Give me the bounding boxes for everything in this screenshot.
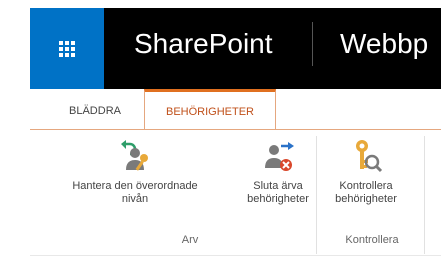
- waffle-icon: [59, 40, 75, 57]
- manage-parent-icon: [121, 140, 148, 171]
- ribbon-panel: Hantera den överordnade nivån Sluta ärva…: [30, 129, 441, 260]
- manage-parent-button[interactable]: Hantera den överordnade nivån: [30, 138, 240, 206]
- check-permissions-label-1: Kontrollera: [339, 180, 393, 192]
- stop-inheriting-label-1: Sluta ärva: [253, 180, 303, 192]
- brand-title[interactable]: SharePoint: [134, 24, 273, 64]
- app-launcher-button[interactable]: [30, 8, 104, 89]
- tab-permissions[interactable]: BEHÖRIGHETER: [144, 89, 276, 130]
- group-label-inheritance: Arv: [181, 234, 199, 246]
- check-permissions-label-2: behörigheter: [335, 193, 397, 205]
- ribbon-tabs: BLÄDDRA BEHÖRIGHETER: [30, 89, 441, 130]
- group-divider: [316, 136, 317, 254]
- stop-inheriting-icon: [265, 142, 294, 171]
- check-permissions-icon: [356, 140, 383, 173]
- stop-inheriting-label-2: behörigheter: [247, 193, 309, 205]
- suitebar-divider: [312, 22, 313, 66]
- top-strip: [30, 0, 441, 8]
- manage-parent-label-1: Hantera den överordnade: [72, 180, 198, 192]
- left-margin: [0, 0, 30, 260]
- group-divider: [424, 136, 425, 254]
- group-label-check: Kontrollera: [345, 234, 399, 246]
- site-title[interactable]: Webbp: [340, 24, 428, 64]
- tab-browse[interactable]: BLÄDDRA: [55, 89, 135, 129]
- stop-inheriting-button[interactable]: Sluta ärva behörigheter: [238, 138, 318, 206]
- manage-parent-label-2: nivån: [121, 193, 149, 205]
- check-permissions-button[interactable]: Kontrollera behörigheter: [326, 138, 406, 206]
- ribbon-bottom-border: [30, 255, 441, 256]
